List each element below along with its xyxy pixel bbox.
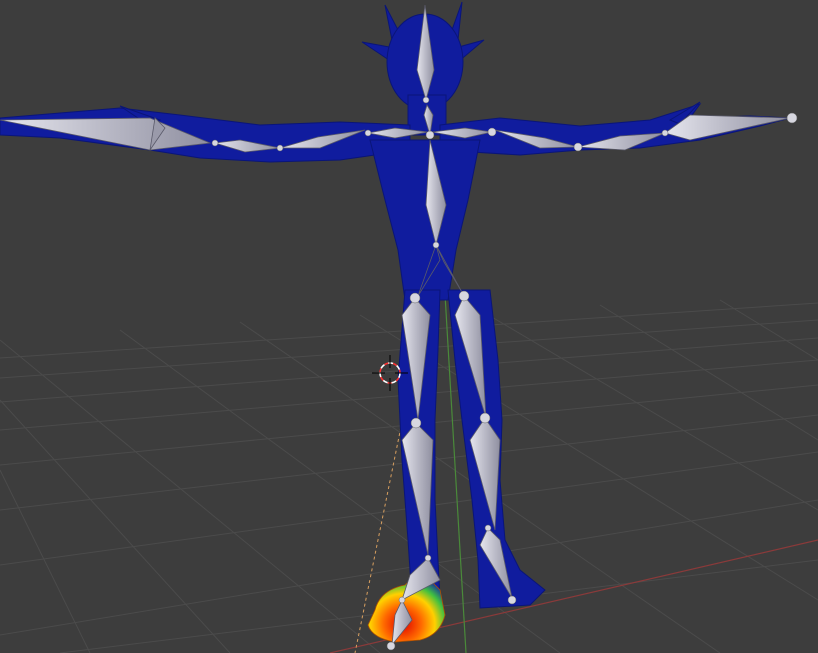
scene-canvas[interactable] bbox=[0, 0, 818, 653]
character-mesh[interactable] bbox=[0, 1, 791, 609]
3d-viewport[interactable] bbox=[0, 0, 818, 653]
